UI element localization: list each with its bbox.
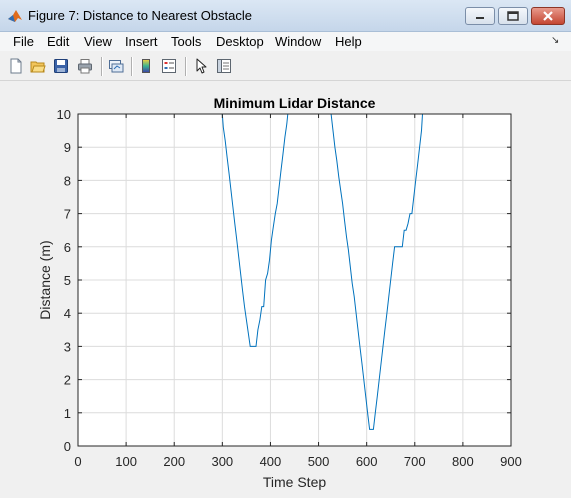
pointer-icon[interactable] (193, 58, 209, 74)
x-tick-label: 100 (115, 454, 137, 469)
line-chart[interactable]: 0 100 200 300 400 500 600 700 800 900 0 1 2 3 4 5 6 7 8 9 1… (0, 81, 571, 498)
y-tick-label: 9 (64, 140, 71, 155)
window-title: Figure 7: Distance to Nearest Obstacle (28, 8, 252, 23)
minimize-button[interactable] (465, 7, 495, 25)
x-tick-label: 200 (163, 454, 185, 469)
maximize-button[interactable] (498, 7, 528, 25)
close-button[interactable] (531, 7, 565, 25)
toolbar (0, 51, 571, 81)
chart-title: Minimum Lidar Distance (214, 95, 376, 111)
x-tick-label: 600 (356, 454, 378, 469)
menu-bar: File Edit View Insert Tools Desktop Wind… (0, 32, 571, 51)
matlab-icon[interactable] (7, 8, 23, 24)
x-tick-label: 400 (260, 454, 282, 469)
menu-window[interactable]: Window (275, 34, 321, 49)
y-tick-label: 7 (64, 207, 71, 222)
x-tick-label: 800 (452, 454, 474, 469)
menu-help[interactable]: Help (335, 34, 362, 49)
toolbar-separator (185, 57, 186, 76)
close-icon (543, 11, 553, 21)
minimize-icon (476, 17, 484, 19)
y-tick-label: 3 (64, 339, 71, 354)
x-tick-label: 500 (308, 454, 330, 469)
y-tick-label: 2 (64, 373, 71, 388)
y-axis-label: Distance (m) (37, 240, 53, 319)
menu-edit[interactable]: Edit (47, 34, 69, 49)
toolbar-separator (101, 57, 102, 76)
new-figure-icon[interactable] (8, 58, 24, 74)
y-tick-label: 8 (64, 173, 71, 188)
toolbar-separator (131, 57, 132, 76)
save-icon[interactable] (53, 58, 69, 74)
y-tick-label: 0 (64, 439, 71, 454)
menu-insert[interactable]: Insert (125, 34, 158, 49)
y-tick-label: 1 (64, 406, 71, 421)
legend-icon[interactable] (161, 58, 177, 74)
x-tick-label: 0 (74, 454, 81, 469)
x-tick-label: 700 (404, 454, 426, 469)
y-tick-label: 5 (64, 273, 71, 288)
y-tick-label: 10 (57, 107, 71, 122)
menu-tools[interactable]: Tools (171, 34, 201, 49)
y-tick-label: 4 (64, 306, 71, 321)
link-plot-icon[interactable] (108, 58, 124, 74)
figure-canvas: 0 100 200 300 400 500 600 700 800 900 0 1 2 3 4 5 6 7 8 9 1… (0, 81, 571, 498)
menu-file[interactable]: File (13, 34, 34, 49)
menu-desktop[interactable]: Desktop (216, 34, 264, 49)
colorbar-icon[interactable] (138, 58, 154, 74)
x-tick-label: 300 (211, 454, 233, 469)
menu-view[interactable]: View (84, 34, 112, 49)
print-icon[interactable] (77, 58, 93, 74)
dock-arrow-icon[interactable]: ↘ (551, 35, 559, 46)
open-file-icon[interactable] (30, 58, 46, 74)
y-tick-label: 6 (64, 240, 71, 255)
title-bar[interactable]: Figure 7: Distance to Nearest Obstacle (0, 0, 571, 32)
x-axis-label: Time Step (263, 474, 326, 490)
x-tick-label: 900 (500, 454, 522, 469)
plot-tools-icon[interactable] (216, 58, 232, 74)
maximize-icon (507, 11, 519, 21)
